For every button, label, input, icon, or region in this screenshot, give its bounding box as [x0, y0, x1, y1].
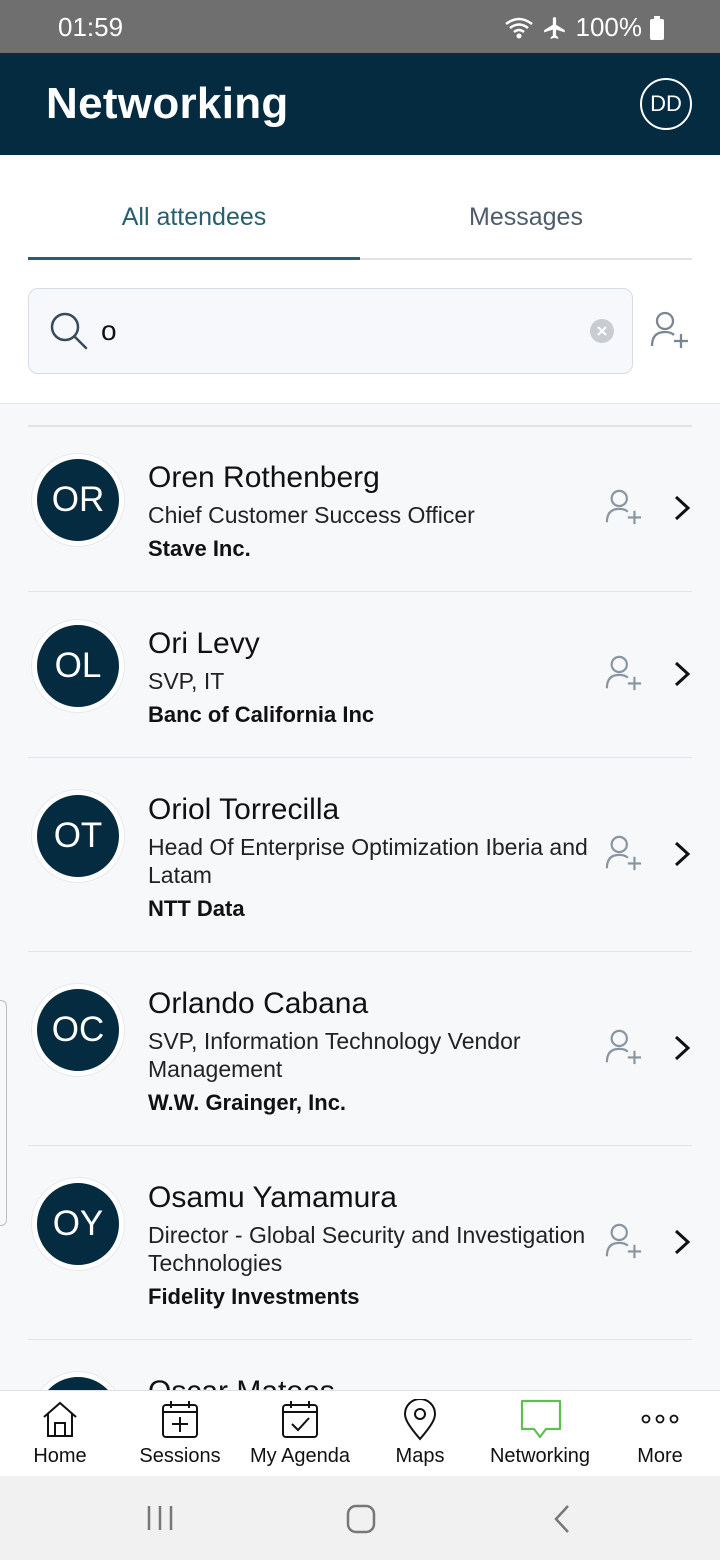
status-bar: 01:59 100%	[0, 0, 720, 53]
nav-my-agenda[interactable]: My Agenda	[240, 1391, 360, 1477]
nav-label: More	[637, 1445, 683, 1467]
chevron-right-icon[interactable]	[672, 840, 692, 873]
nav-label: Sessions	[139, 1445, 221, 1467]
add-contact-icon[interactable]	[604, 834, 644, 877]
add-contact-icon[interactable]	[604, 654, 644, 697]
attendee-row[interactable]: OR Oren Rothenberg Chief Customer Succes…	[28, 426, 692, 592]
attendee-name: Ori Levy	[148, 627, 260, 660]
attendee-row[interactable]: OT Oriol Torrecilla Head Of Enterprise O…	[28, 758, 692, 952]
status-icons: 100%	[504, 12, 664, 43]
nav-maps[interactable]: Maps	[360, 1391, 480, 1477]
attendee-list[interactable]: OR Oren Rothenberg Chief Customer Succes…	[0, 403, 720, 1390]
nav-home[interactable]: Home	[0, 1391, 120, 1477]
profile-avatar[interactable]: DD	[640, 78, 692, 130]
attendee-title: SVP, Information Technology Vendor Manag…	[148, 1028, 521, 1082]
nav-networking[interactable]: Networking	[480, 1391, 600, 1477]
airplane-icon	[542, 15, 568, 41]
tab-messages[interactable]: Messages	[360, 203, 692, 232]
add-contact-icon[interactable]	[604, 1028, 644, 1071]
nav-sessions[interactable]: Sessions	[120, 1391, 240, 1477]
attendee-company: Banc of California Inc	[148, 702, 375, 727]
recent-apps-icon[interactable]	[146, 1504, 174, 1537]
attendee-title: SVP, IT	[148, 668, 225, 694]
app-header: Networking DD	[0, 53, 720, 155]
nav-more[interactable]: More	[600, 1391, 720, 1477]
add-contact-icon[interactable]	[649, 310, 691, 355]
attendee-company: Stave Inc.	[148, 536, 251, 561]
system-nav-bar	[0, 1476, 720, 1560]
nav-label: Home	[33, 1445, 87, 1467]
chevron-right-icon[interactable]	[672, 660, 692, 693]
search-input[interactable]: o	[28, 288, 633, 374]
attendee-name: Oriol Torrecilla	[148, 793, 340, 826]
chevron-right-icon[interactable]	[672, 494, 692, 527]
attendee-company: NTT Data	[148, 896, 245, 921]
attendee-avatar: OL	[32, 620, 124, 712]
attendee-title: Director - Global Security and Investiga…	[148, 1222, 586, 1276]
attendee-company: W.W. Grainger, Inc.	[148, 1090, 347, 1115]
attendee-avatar: OC	[32, 984, 124, 1076]
status-time: 01:59	[58, 12, 124, 42]
attendee-title: Chief Customer Success Officer	[148, 502, 475, 528]
bottom-nav: Home Sessions My Agenda Maps Networking …	[0, 1390, 720, 1476]
attendee-avatar: OM	[32, 1372, 124, 1390]
tab-all-attendees[interactable]: All attendees	[28, 203, 360, 232]
attendee-name: Oscar Mateos	[148, 1375, 335, 1390]
wifi-icon	[504, 16, 534, 40]
attendee-name: Oren Rothenberg	[148, 461, 380, 494]
active-tab-indicator	[28, 257, 360, 260]
chevron-right-icon[interactable]	[672, 1034, 692, 1067]
page-title: Networking	[46, 79, 289, 128]
search-query[interactable]: o	[101, 315, 117, 347]
attendee-avatar: OR	[32, 454, 124, 546]
nav-label: Networking	[489, 1445, 591, 1467]
add-contact-icon[interactable]	[604, 1222, 644, 1265]
attendee-row[interactable]: OY Osamu Yamamura Director - Global Secu…	[28, 1146, 692, 1340]
attendee-company: Fidelity Investments	[148, 1284, 360, 1309]
attendee-name: Orlando Cabana	[148, 987, 369, 1020]
attendee-name: Osamu Yamamura	[148, 1181, 397, 1214]
battery-icon	[650, 15, 664, 40]
attendee-row[interactable]: OC Orlando Cabana SVP, Information Techn…	[28, 952, 692, 1146]
attendee-avatar: OT	[32, 790, 124, 882]
tab-bar: All attendees Messages	[28, 155, 692, 260]
attendee-avatar: OY	[32, 1178, 124, 1270]
chevron-right-icon[interactable]	[672, 1228, 692, 1261]
nav-label: Maps	[395, 1445, 445, 1467]
home-button-icon[interactable]	[346, 1504, 376, 1539]
nav-label: My Agenda	[249, 1445, 351, 1467]
attendee-title: Head Of Enterprise Optimization Iberia a…	[148, 834, 588, 888]
battery-level: 100%	[575, 12, 643, 42]
clear-search-icon[interactable]	[590, 319, 614, 348]
back-icon[interactable]	[552, 1504, 572, 1539]
attendee-row[interactable]: OL Ori Levy SVP, IT Banc of California I…	[28, 592, 692, 758]
search-icon	[49, 311, 89, 356]
scroll-handle[interactable]	[0, 1000, 7, 1226]
add-contact-icon[interactable]	[604, 488, 644, 531]
attendee-row[interactable]: OM Oscar Mateos	[28, 1340, 692, 1390]
